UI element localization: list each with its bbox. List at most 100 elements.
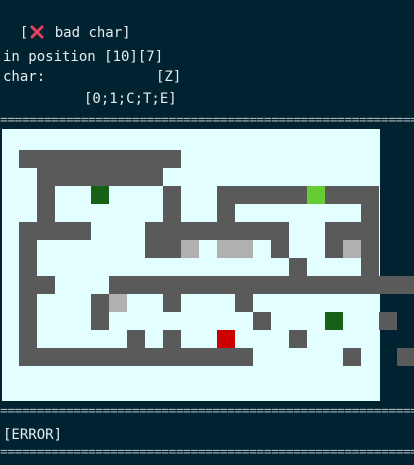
maze-wall [37, 204, 55, 222]
maze-wall [127, 276, 145, 294]
maze-wall [181, 222, 199, 240]
maze-wall [343, 222, 361, 240]
char-label: char: [3, 69, 46, 85]
maze-wall [289, 258, 307, 276]
maze-wall [19, 348, 37, 366]
maze-wall [109, 276, 127, 294]
maze-wall [217, 186, 235, 204]
maze-wall [199, 276, 217, 294]
maze-wall [163, 330, 181, 348]
error-label: [ERROR] [3, 427, 63, 443]
maze-wall [73, 168, 91, 186]
maze-wall [289, 276, 307, 294]
maze-wall [217, 348, 235, 366]
maze-wall [325, 276, 343, 294]
maze-visited-cell [217, 240, 235, 258]
maze-wall [361, 276, 379, 294]
maze-visited-cell [109, 294, 127, 312]
maze-wall [235, 186, 253, 204]
maze-wall [163, 276, 181, 294]
maze-wall [289, 186, 307, 204]
maze-wall [163, 348, 181, 366]
maze-wall [343, 276, 361, 294]
maze-wall [91, 312, 109, 330]
allowed-chars: [0;1;C;T;E] [84, 91, 177, 107]
maze-wall [361, 240, 379, 258]
maze-wall [145, 276, 163, 294]
maze-wall [109, 150, 127, 168]
separator-top: ========================================… [0, 114, 414, 128]
maze-goal-cell [307, 186, 325, 204]
maze-wall [37, 276, 55, 294]
maze-wall [37, 222, 55, 240]
maze-wall [127, 150, 145, 168]
maze-current-cell [217, 330, 235, 348]
maze-wall [73, 222, 91, 240]
maze-wall [19, 222, 37, 240]
maze-visited-cell [181, 240, 199, 258]
maze-wall [271, 222, 289, 240]
maze-wall [217, 276, 235, 294]
maze-wall [325, 240, 343, 258]
maze-wall [55, 150, 73, 168]
maze-wall [91, 348, 109, 366]
bracket-open: [ [19, 25, 29, 41]
maze-wall [199, 348, 217, 366]
maze-wall [145, 240, 163, 258]
maze-wall [91, 150, 109, 168]
maze-wall [127, 330, 145, 348]
maze-wall [37, 168, 55, 186]
maze-wall [91, 168, 109, 186]
maze-wall [397, 348, 414, 366]
maze-wall [163, 186, 181, 204]
maze-wall [271, 240, 289, 258]
maze-wall [235, 294, 253, 312]
maze-wall [73, 150, 91, 168]
maze-wall [361, 204, 379, 222]
maze-wall [37, 186, 55, 204]
maze-wall [289, 330, 307, 348]
header-title: bad char] [54, 25, 131, 41]
maze-wall [325, 222, 343, 240]
maze-wall [145, 222, 163, 240]
maze-visited-cell [235, 240, 253, 258]
maze-wall [145, 168, 163, 186]
maze-wall [163, 222, 181, 240]
x-icon [30, 25, 44, 39]
maze-wall [145, 348, 163, 366]
maze-wall [163, 150, 181, 168]
maze-wall [325, 186, 343, 204]
maze-wall [253, 186, 271, 204]
maze-wall [19, 312, 37, 330]
maze-wall [19, 294, 37, 312]
maze-wall [271, 186, 289, 204]
maze-wall [181, 276, 199, 294]
header-line: [ bad char] [3, 6, 131, 41]
maze-wall [397, 276, 414, 294]
maze-wall [379, 276, 397, 294]
maze-marker-cell [325, 312, 343, 330]
maze-wall [109, 348, 127, 366]
maze-wall [127, 168, 145, 186]
maze-wall [163, 294, 181, 312]
maze-wall [55, 168, 73, 186]
maze-wall [235, 222, 253, 240]
maze-wall [199, 222, 217, 240]
maze-wall [37, 150, 55, 168]
position-line: in position [10][7] [3, 49, 164, 65]
maze-wall [361, 186, 379, 204]
maze-wall [217, 222, 235, 240]
maze-wall [19, 330, 37, 348]
maze-wall [217, 204, 235, 222]
maze-wall [379, 312, 397, 330]
maze-wall [253, 276, 271, 294]
maze-wall [235, 348, 253, 366]
maze-wall [361, 222, 379, 240]
maze-wall [235, 276, 253, 294]
maze-wall [163, 240, 181, 258]
maze-wall [55, 348, 73, 366]
maze-wall [307, 276, 325, 294]
maze-wall [343, 186, 361, 204]
maze-wall [343, 348, 361, 366]
maze-wall [55, 222, 73, 240]
